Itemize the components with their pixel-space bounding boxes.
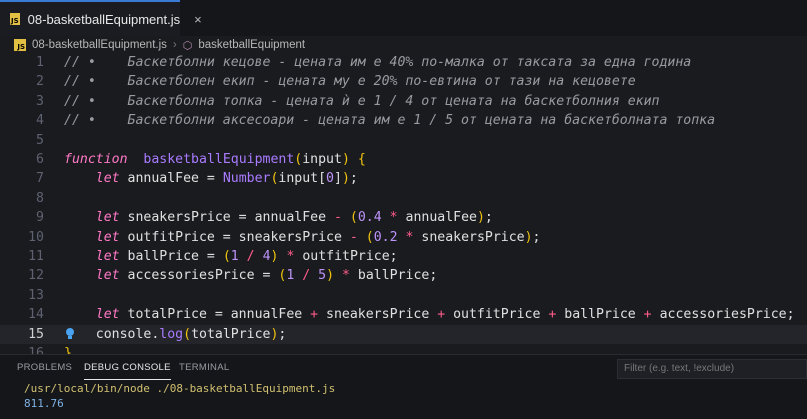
code-text: console.log(totalPrice); (64, 326, 287, 342)
code-line[interactable]: 1 // • Баскетболни кецове - цената им е 4… (0, 54, 807, 72)
line-number: 4 (36, 113, 44, 129)
lightbulb-icon[interactable] (64, 327, 76, 341)
code-text: let sneakersPrice = annualFee - (0.4 * a… (95, 210, 493, 226)
javascript-file-icon: JS (14, 39, 26, 51)
tab-basketball-equipment[interactable]: JS 08-basketballEquipment.js × (0, 0, 202, 36)
breadcrumb: JS 08-basketballEquipment.js › ⬡ basketb… (0, 36, 807, 54)
code-text: // • Баскетболни кецове - цената им е 40… (64, 55, 692, 70)
line-number: 11 (28, 249, 44, 264)
bottom-panel: PROBLEMS DEBUG CONSOLE TERMINAL Filter (… (0, 354, 807, 419)
code-line[interactable]: 14 let totalPrice = annualFee + sneakers… (0, 305, 807, 324)
code-editor[interactable]: 1 // • Баскетболни кецове - цената им е 4… (0, 54, 807, 354)
line-number: 1 (36, 55, 44, 70)
code-line[interactable]: 11 let ballPrice = (1 / 4) * outfitPrice… (0, 247, 807, 266)
code-text: let accessoriesPrice = (1 / 5) * ballPri… (95, 268, 438, 284)
tab-title: 08-basketballEquipment.js (27, 11, 181, 27)
code-text: let ballPrice = (1 / 4) * outfitPrice; (95, 249, 398, 264)
breadcrumb-file[interactable]: 08-basketballEquipment.js (32, 39, 167, 51)
code-line[interactable]: 7 let annualFee = Number(input[0]); (0, 169, 807, 188)
line-number: 6 (36, 152, 44, 167)
code-line[interactable]: 3 // • Баскетболна топка - цената ѝ е 1 /… (0, 92, 807, 111)
console-command-output: /usr/local/bin/node ./08-basketballEquip… (24, 382, 336, 395)
console-result-output: 811.76 (24, 397, 64, 410)
breadcrumb-symbol[interactable]: basketballEquipment (198, 39, 305, 51)
line-number: 7 (36, 171, 44, 187)
tab-debug-console[interactable]: DEBUG CONSOLE (84, 355, 171, 380)
code-line[interactable]: 4 // • Баскетболни аксесоари - цената им … (0, 111, 807, 130)
code-text: // • Баскетболни аксесоари - цената им е… (64, 113, 716, 129)
code-text: // • Баскетболен екип - цената му е 20% … (64, 74, 636, 90)
code-line[interactable]: 9 let sneakersPrice = annualFee - (0.4 *… (0, 208, 807, 227)
code-text: function basketballEquipment(input) { (64, 152, 366, 167)
line-number: 8 (36, 190, 44, 206)
line-number: 3 (36, 93, 44, 109)
code-line[interactable]: 5 (0, 131, 807, 150)
code-line[interactable]: 2 // • Баскетболен екип - цената му е 20%… (0, 72, 807, 91)
line-number: 12 (28, 268, 44, 284)
code-text: } (64, 346, 72, 354)
cube-symbol-icon: ⬡ (182, 39, 193, 52)
code-line[interactable]: 8 (0, 189, 807, 208)
code-line[interactable]: 13 (0, 286, 807, 305)
code-line[interactable]: 15 console.log(totalPrice); (0, 324, 807, 344)
code-line[interactable]: 12 let accessoriesPrice = (1 / 5) * ball… (0, 266, 807, 285)
line-number: 13 (28, 287, 44, 303)
breadcrumb-separator: › (172, 39, 177, 51)
line-number: 15 (28, 326, 44, 342)
line-number: 5 (36, 132, 44, 148)
tab-problems[interactable]: PROBLEMS (17, 355, 72, 381)
line-number: 16 (28, 346, 44, 354)
line-number: 9 (36, 210, 44, 226)
code-text: let totalPrice = annualFee + sneakersPri… (95, 307, 795, 323)
code-text: // • Баскетболна топка - цената ѝ е 1 / … (64, 93, 660, 109)
editor-tab-bar: JS 08-basketballEquipment.js × (0, 0, 807, 37)
javascript-file-icon: JS (10, 13, 20, 25)
code-line[interactable]: 16} (0, 344, 807, 354)
code-line[interactable]: 10 let outfitPrice = sneakersPrice - (0.… (0, 228, 807, 247)
filter-input[interactable]: Filter (e.g. text, !exclude) (617, 359, 807, 379)
tab-terminal[interactable]: TERMINAL (179, 355, 229, 381)
code-line[interactable]: 6 function basketballEquipment(input) { (0, 150, 807, 169)
code-text: let annualFee = Number(input[0]); (95, 171, 358, 187)
line-number: 2 (36, 74, 44, 90)
line-number: 14 (28, 307, 44, 323)
close-icon[interactable]: × (194, 12, 202, 27)
code-text: let outfitPrice = sneakersPrice - (0.2 *… (95, 229, 541, 245)
line-number: 10 (28, 229, 44, 245)
